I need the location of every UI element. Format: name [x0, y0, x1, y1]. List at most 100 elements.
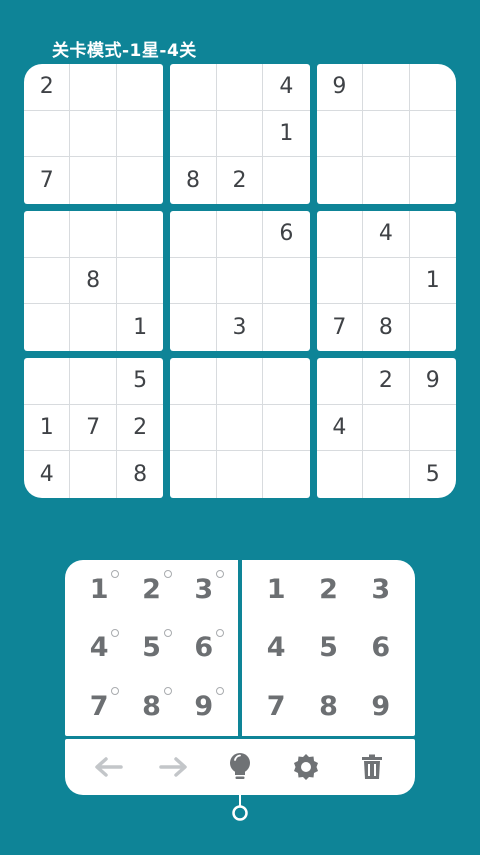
drag-handle[interactable] — [231, 795, 249, 823]
redo-button[interactable] — [154, 747, 194, 787]
sudoku-cell[interactable] — [409, 405, 456, 452]
sudoku-cell[interactable] — [24, 211, 71, 258]
sudoku-cell[interactable] — [70, 304, 117, 351]
note-key[interactable]: 3 — [178, 560, 230, 619]
value-key[interactable]: 1 — [250, 560, 302, 619]
sudoku-cell[interactable] — [217, 451, 264, 498]
sudoku-cell[interactable] — [263, 451, 309, 498]
sudoku-cell[interactable]: 4 — [316, 404, 364, 452]
sudoku-cell[interactable] — [117, 157, 163, 204]
sudoku-cell[interactable]: 2 — [217, 157, 264, 204]
sudoku-cell[interactable]: 7 — [24, 157, 71, 204]
note-key[interactable]: 2 — [125, 560, 177, 619]
sudoku-cell[interactable] — [170, 110, 217, 158]
sudoku-cell[interactable] — [216, 257, 264, 305]
sudoku-cell[interactable]: 7 — [317, 304, 364, 351]
sudoku-cell[interactable] — [363, 257, 410, 305]
settings-button[interactable] — [286, 747, 326, 787]
sudoku-cell[interactable] — [216, 64, 264, 111]
sudoku-cell[interactable] — [70, 157, 117, 204]
note-key[interactable]: 8 — [125, 677, 177, 736]
sudoku-cell[interactable]: 4 — [363, 211, 410, 258]
sudoku-cell[interactable]: 1 — [263, 111, 310, 158]
sudoku-cell[interactable]: 8 — [170, 157, 217, 204]
sudoku-cell[interactable]: 4 — [263, 64, 310, 111]
sudoku-cell[interactable] — [116, 211, 164, 258]
sudoku-cell[interactable] — [410, 304, 456, 351]
sudoku-cell[interactable]: 1 — [409, 258, 456, 305]
sudoku-cell[interactable]: 7 — [70, 404, 117, 452]
sudoku-cell[interactable]: 5 — [410, 451, 456, 498]
sudoku-cell[interactable] — [216, 211, 264, 258]
sudoku-cell[interactable] — [316, 257, 364, 305]
value-key[interactable]: 3 — [355, 560, 407, 619]
note-key[interactable]: 7 — [73, 677, 125, 736]
sudoku-cell[interactable] — [363, 157, 410, 204]
sudoku-cell[interactable]: 3 — [217, 304, 264, 351]
sudoku-cell[interactable]: 8 — [363, 304, 410, 351]
value-key[interactable]: 4 — [250, 619, 302, 678]
sudoku-cell[interactable] — [263, 358, 310, 405]
note-key[interactable]: 9 — [178, 677, 230, 736]
sudoku-cell[interactable] — [409, 64, 456, 111]
sudoku-cell[interactable] — [170, 451, 217, 498]
sudoku-cell[interactable] — [216, 110, 264, 158]
value-key[interactable]: 9 — [355, 677, 407, 736]
note-key[interactable]: 4 — [73, 619, 125, 678]
note-key[interactable]: 1 — [73, 560, 125, 619]
sudoku-cell[interactable] — [263, 258, 310, 305]
sudoku-cell[interactable]: 2 — [116, 405, 164, 452]
undo-button[interactable] — [88, 747, 128, 787]
sudoku-cell[interactable] — [409, 111, 456, 158]
value-key[interactable]: 5 — [302, 619, 354, 678]
value-key[interactable]: 8 — [302, 677, 354, 736]
sudoku-cell[interactable]: 9 — [409, 358, 456, 405]
sudoku-cell[interactable]: 1 — [24, 404, 71, 452]
sudoku-cell[interactable] — [70, 110, 117, 158]
note-key[interactable]: 5 — [125, 619, 177, 678]
sudoku-cell[interactable] — [170, 404, 217, 452]
note-key[interactable]: 6 — [178, 619, 230, 678]
value-key[interactable]: 6 — [355, 619, 407, 678]
sudoku-cell[interactable]: 9 — [316, 64, 364, 111]
sudoku-cell[interactable] — [24, 110, 71, 158]
sudoku-cell[interactable]: 2 — [363, 358, 410, 405]
sudoku-cell[interactable] — [263, 405, 310, 452]
sudoku-cell[interactable] — [70, 211, 117, 258]
sudoku-cell[interactable] — [409, 211, 456, 258]
sudoku-cell[interactable] — [170, 257, 217, 305]
value-key[interactable]: 7 — [250, 677, 302, 736]
sudoku-cell[interactable] — [216, 358, 264, 405]
sudoku-cell[interactable]: 4 — [24, 451, 71, 498]
sudoku-cell[interactable] — [363, 110, 410, 158]
delete-button[interactable] — [352, 747, 392, 787]
sudoku-cell[interactable]: 2 — [24, 64, 71, 111]
sudoku-cell[interactable] — [70, 64, 117, 111]
sudoku-cell[interactable]: 1 — [117, 304, 163, 351]
sudoku-cell[interactable] — [116, 64, 164, 111]
sudoku-cell[interactable] — [70, 358, 117, 405]
sudoku-cell[interactable] — [316, 110, 364, 158]
hint-button[interactable] — [220, 747, 260, 787]
sudoku-cell[interactable] — [24, 304, 71, 351]
sudoku-cell[interactable] — [316, 358, 364, 405]
sudoku-cell[interactable]: 8 — [117, 451, 163, 498]
sudoku-cell[interactable] — [363, 404, 410, 452]
sudoku-cell[interactable] — [116, 258, 164, 305]
sudoku-cell[interactable] — [363, 451, 410, 498]
sudoku-cell[interactable] — [24, 257, 71, 305]
sudoku-cell[interactable]: 5 — [116, 358, 164, 405]
sudoku-cell[interactable] — [317, 157, 364, 204]
sudoku-cell[interactable] — [317, 451, 364, 498]
sudoku-cell[interactable] — [116, 111, 164, 158]
sudoku-cell[interactable] — [263, 304, 309, 351]
sudoku-cell[interactable] — [170, 358, 217, 405]
sudoku-cell[interactable] — [170, 304, 217, 351]
sudoku-cell[interactable] — [216, 404, 264, 452]
sudoku-cell[interactable]: 6 — [263, 211, 310, 258]
sudoku-cell[interactable] — [170, 64, 217, 111]
sudoku-cell[interactable] — [263, 157, 309, 204]
sudoku-cell[interactable] — [316, 211, 364, 258]
sudoku-cell[interactable] — [410, 157, 456, 204]
sudoku-cell[interactable] — [70, 451, 117, 498]
